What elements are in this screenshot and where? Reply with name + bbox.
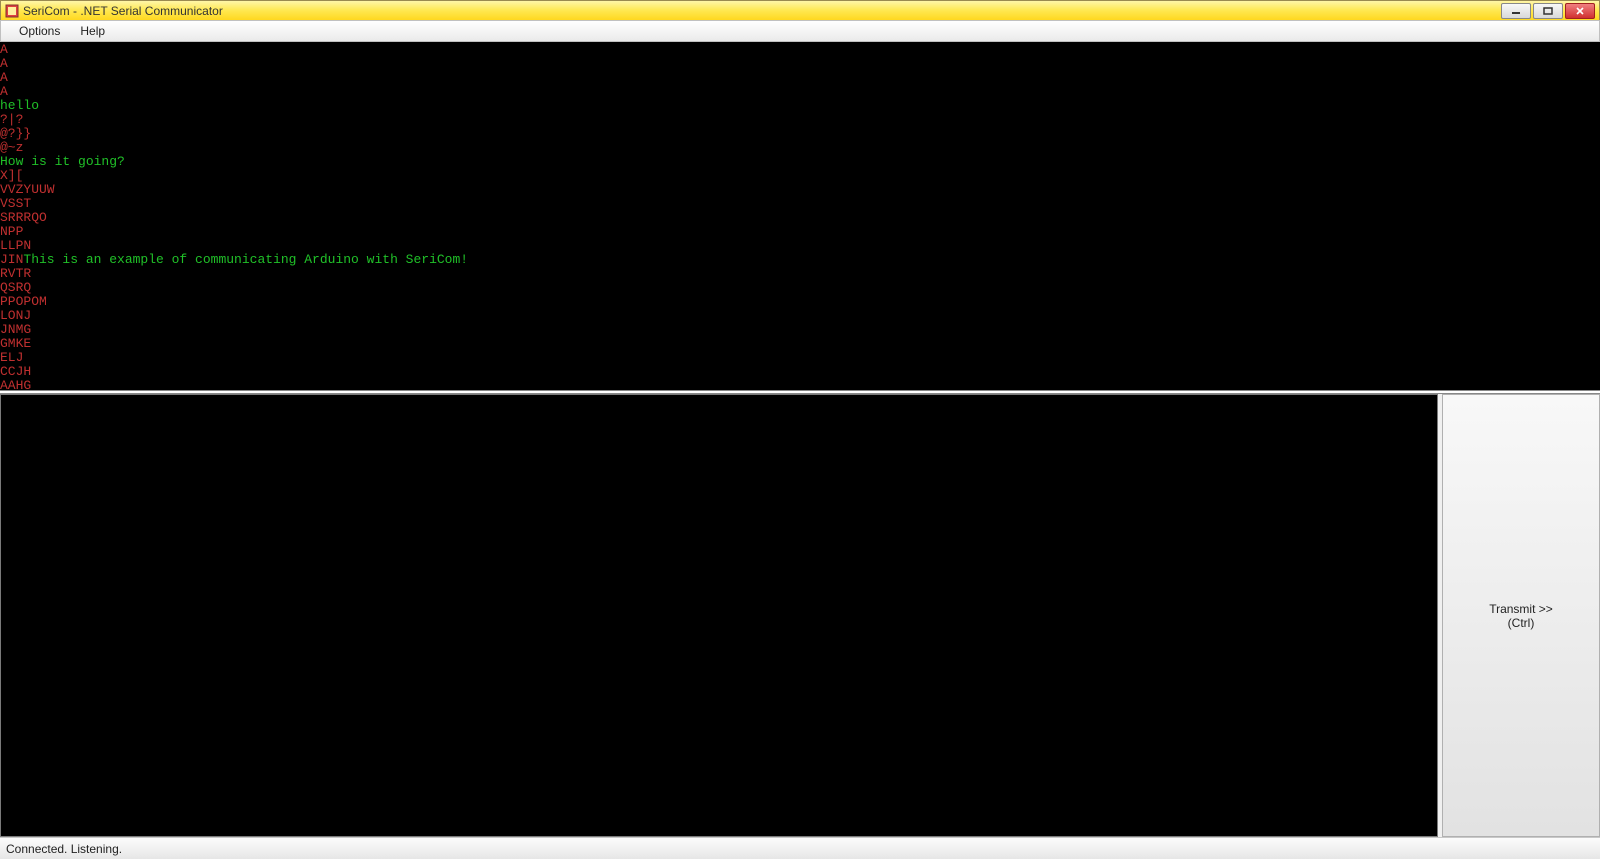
transmit-label: Transmit >> — [1489, 602, 1553, 616]
menu-options[interactable]: Options — [9, 22, 70, 40]
titlebar[interactable]: SeriCom - .NET Serial Communicator — [0, 0, 1600, 20]
window-controls — [1501, 3, 1595, 19]
statusbar: Connected. Listening. — [0, 837, 1600, 859]
app-icon — [5, 4, 19, 18]
transmit-input[interactable] — [1, 395, 1437, 836]
minimize-button[interactable] — [1501, 3, 1531, 19]
output-console[interactable]: A A A A hello ?|? @?}} @~z How is it goi… — [0, 42, 1600, 390]
content-area: A A A A hello ?|? @?}} @~z How is it goi… — [0, 42, 1600, 837]
input-console — [0, 394, 1438, 837]
transmit-panel: Transmit >> (Ctrl) — [1442, 394, 1600, 837]
status-text: Connected. Listening. — [6, 842, 122, 856]
lower-panel: Transmit >> (Ctrl) — [0, 394, 1600, 837]
maximize-button[interactable] — [1533, 3, 1563, 19]
window-title: SeriCom - .NET Serial Communicator — [23, 4, 1501, 18]
app-window: SeriCom - .NET Serial Communicator Optio… — [0, 0, 1600, 859]
menubar: Options Help — [0, 20, 1600, 42]
close-button[interactable] — [1565, 3, 1595, 19]
transmit-shortcut: (Ctrl) — [1508, 616, 1535, 630]
menu-help[interactable]: Help — [70, 22, 115, 40]
transmit-button[interactable]: Transmit >> (Ctrl) — [1443, 395, 1599, 836]
